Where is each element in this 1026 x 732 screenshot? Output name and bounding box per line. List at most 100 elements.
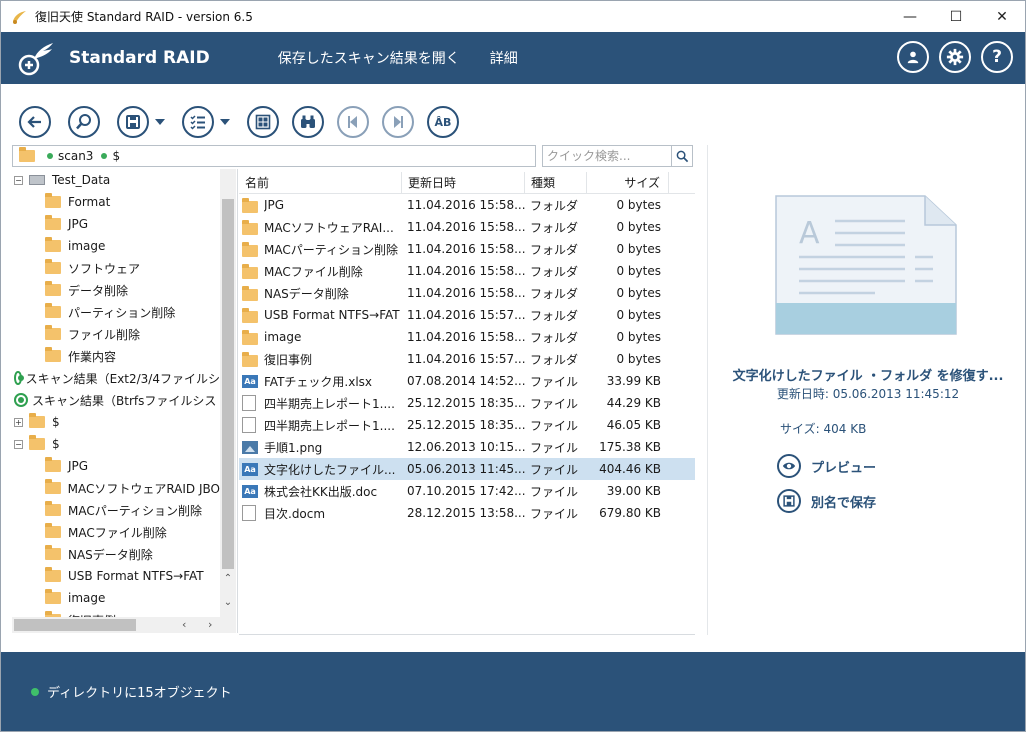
tree-item[interactable]: スキャン結果（Ext2/3/4ファイルシ bbox=[12, 367, 220, 389]
tree-item[interactable]: データ削除 bbox=[12, 279, 220, 301]
file-row[interactable]: image 11.04.2016 15:58... フォルダ 0 bytes bbox=[239, 326, 695, 348]
gear-icon[interactable] bbox=[939, 41, 971, 73]
help-icon[interactable]: ? bbox=[981, 41, 1013, 73]
column-date-header[interactable]: 更新日時 bbox=[402, 171, 525, 194]
folder-icon bbox=[45, 347, 61, 362]
collapse-icon[interactable]: − bbox=[14, 439, 23, 449]
details-link[interactable]: 詳細 bbox=[490, 48, 518, 68]
file-date: 11.04.2016 15:58... bbox=[407, 198, 525, 212]
tree-item[interactable]: JPG bbox=[12, 455, 220, 477]
file-row[interactable]: Aa 株式会社KK出版.doc 07.10.2015 17:42... ファイル 39.… bbox=[239, 480, 695, 502]
tree-item[interactable]: MACパーティション削除 bbox=[12, 499, 220, 521]
tree-item-label: Test_Data bbox=[52, 173, 111, 187]
open-saved-scan-link[interactable]: 保存したスキャン結果を開く bbox=[278, 48, 460, 68]
tree-item[interactable]: 復旧事例 bbox=[12, 609, 220, 617]
column-name-header[interactable]: 名前 bbox=[239, 171, 402, 194]
back-button[interactable] bbox=[19, 106, 51, 138]
quick-search-input[interactable]: クイック検索... bbox=[542, 145, 672, 167]
expand-icon[interactable]: + bbox=[14, 417, 23, 427]
tree-item[interactable]: image bbox=[12, 587, 220, 609]
user-icon[interactable] bbox=[897, 41, 929, 73]
file-name: MACファイル削除 bbox=[264, 264, 363, 279]
file-row[interactable]: MACパーティション削除 11.04.2016 15:58... フォルダ 0 byt… bbox=[239, 238, 695, 260]
tree-item[interactable]: − Test_Data bbox=[12, 169, 220, 191]
previous-button[interactable] bbox=[337, 106, 369, 138]
file-date: 28.12.2015 13:58... bbox=[407, 506, 525, 520]
file-row[interactable]: USB Format NTFS→FAT 11.04.2016 15:57... フォ… bbox=[239, 304, 695, 326]
scrollbar-thumb[interactable] bbox=[14, 619, 136, 631]
path-bar[interactable]: scan3 $ bbox=[12, 145, 536, 167]
file-row[interactable]: JPG 11.04.2016 15:58... フォルダ 0 bytes bbox=[239, 194, 695, 216]
tree-item[interactable]: ファイル削除 bbox=[12, 323, 220, 345]
tree-item[interactable]: Format bbox=[12, 191, 220, 213]
tree-item[interactable]: MACファイル削除 bbox=[12, 521, 220, 543]
view-options-button[interactable] bbox=[182, 106, 214, 138]
app-window: 復旧天使 Standard RAID - version 6.5 — ☐ ✕ S… bbox=[0, 0, 1026, 732]
grid-view-button[interactable] bbox=[247, 106, 279, 138]
path-segment-root[interactable]: $ bbox=[112, 149, 120, 163]
tree-item[interactable]: パーティション削除 bbox=[12, 301, 220, 323]
status-text: ディレクトリに15オブジェクト bbox=[47, 686, 232, 701]
file-row[interactable]: NASデータ削除 11.04.2016 15:58... フォルダ 0 bytes bbox=[239, 282, 695, 304]
file-row[interactable]: MACソフトウェアRAI... 11.04.2016 15:58... フォルダ 0 … bbox=[239, 216, 695, 238]
save-dropdown-caret[interactable] bbox=[155, 119, 165, 125]
folder-icon bbox=[45, 193, 61, 208]
image-file-icon bbox=[242, 440, 258, 454]
file-row[interactable]: Aa FATチェック用.xlsx 07.08.2014 14:52... ファイル 33… bbox=[239, 370, 695, 392]
minimize-button[interactable]: — bbox=[887, 1, 933, 32]
next-button[interactable] bbox=[382, 106, 414, 138]
tree-item[interactable]: USB Format NTFS→FAT bbox=[12, 565, 220, 587]
preview-file-size: サイズ: 404 KB bbox=[780, 422, 867, 436]
save-as-button[interactable]: 別名で保存 bbox=[777, 489, 876, 513]
tree-item[interactable]: image bbox=[12, 235, 220, 257]
tree-vertical-scrollbar[interactable]: ⌃ ⌄ bbox=[220, 169, 236, 617]
file-row[interactable]: 四半期売上レポート1.... 25.12.2015 18:35... ファイル 44.… bbox=[239, 392, 695, 414]
file-row[interactable]: 四半期売上レポート1.... 25.12.2015 18:35... ファイル 46.… bbox=[239, 414, 695, 436]
scrollbar-thumb[interactable] bbox=[222, 199, 234, 569]
path-segment-scan[interactable]: scan3 bbox=[58, 149, 93, 163]
tree-item[interactable]: − $ bbox=[12, 433, 220, 455]
tree-item[interactable]: 作業内容 bbox=[12, 345, 220, 367]
product-name: Standard RAID bbox=[69, 48, 210, 68]
save-button[interactable] bbox=[117, 106, 149, 138]
file-row[interactable]: 目次.docm 28.12.2015 13:58... ファイル 679.80 KB bbox=[239, 502, 695, 524]
tree-item[interactable]: + $ bbox=[12, 411, 220, 433]
file-row[interactable]: 手順1.png 12.06.2013 10:15... ファイル 175.38 KB bbox=[239, 436, 695, 458]
file-type: ファイル bbox=[530, 374, 579, 389]
find-button[interactable] bbox=[292, 106, 324, 138]
file-row[interactable]: 復旧事例 11.04.2016 15:57... フォルダ 0 bytes bbox=[239, 348, 695, 370]
eye-icon bbox=[777, 454, 801, 478]
folder-icon bbox=[45, 479, 61, 494]
file-size: 0 bytes bbox=[616, 286, 661, 300]
column-type-header[interactable]: 種類 bbox=[525, 171, 587, 194]
scroll-right-arrow-icon[interactable]: › bbox=[208, 618, 212, 631]
close-button[interactable]: ✕ bbox=[979, 1, 1025, 32]
file-row[interactable]: MACファイル削除 11.04.2016 15:58... フォルダ 0 bytes bbox=[239, 260, 695, 282]
file-row[interactable]: Aa 文字化けしたファイル... 05.06.2013 11:45... ファイル 40… bbox=[239, 458, 695, 480]
document-type-icon: Aa bbox=[242, 462, 258, 476]
preview-button[interactable]: プレビュー bbox=[777, 454, 876, 478]
folder-icon bbox=[242, 219, 258, 235]
search-submit-button[interactable] bbox=[671, 145, 693, 167]
tree-item[interactable]: NASデータ削除 bbox=[12, 543, 220, 565]
file-name: MACパーティション削除 bbox=[264, 242, 399, 257]
scroll-left-arrow-icon[interactable]: ‹ bbox=[182, 618, 186, 631]
tree-horizontal-scrollbar[interactable]: ‹ › bbox=[12, 617, 236, 633]
tree-item[interactable]: JPG bbox=[12, 213, 220, 235]
collapse-icon[interactable]: − bbox=[14, 175, 23, 185]
filter-abc-button[interactable]: ÂB bbox=[427, 106, 459, 138]
maximize-button[interactable]: ☐ bbox=[933, 1, 979, 32]
tree-item[interactable]: ソフトウェア bbox=[12, 257, 220, 279]
file-name: 四半期売上レポート1.... bbox=[264, 418, 395, 433]
tree-item-label: image bbox=[68, 239, 106, 253]
file-type: フォルダ bbox=[530, 330, 579, 345]
tree-item[interactable]: スキャン結果（Btrfsファイルシス bbox=[12, 389, 220, 411]
scroll-up-arrow-icon[interactable]: ⌃ bbox=[220, 573, 236, 584]
panel-splitter[interactable] bbox=[237, 169, 238, 633]
tree-item[interactable]: MACソフトウェアRAID JBO bbox=[12, 477, 220, 499]
folder-icon bbox=[242, 263, 258, 279]
view-dropdown-caret[interactable] bbox=[220, 119, 230, 125]
search-button[interactable] bbox=[68, 106, 100, 138]
column-size-header[interactable]: サイズ bbox=[587, 171, 669, 194]
scroll-down-arrow-icon[interactable]: ⌄ bbox=[220, 597, 236, 608]
